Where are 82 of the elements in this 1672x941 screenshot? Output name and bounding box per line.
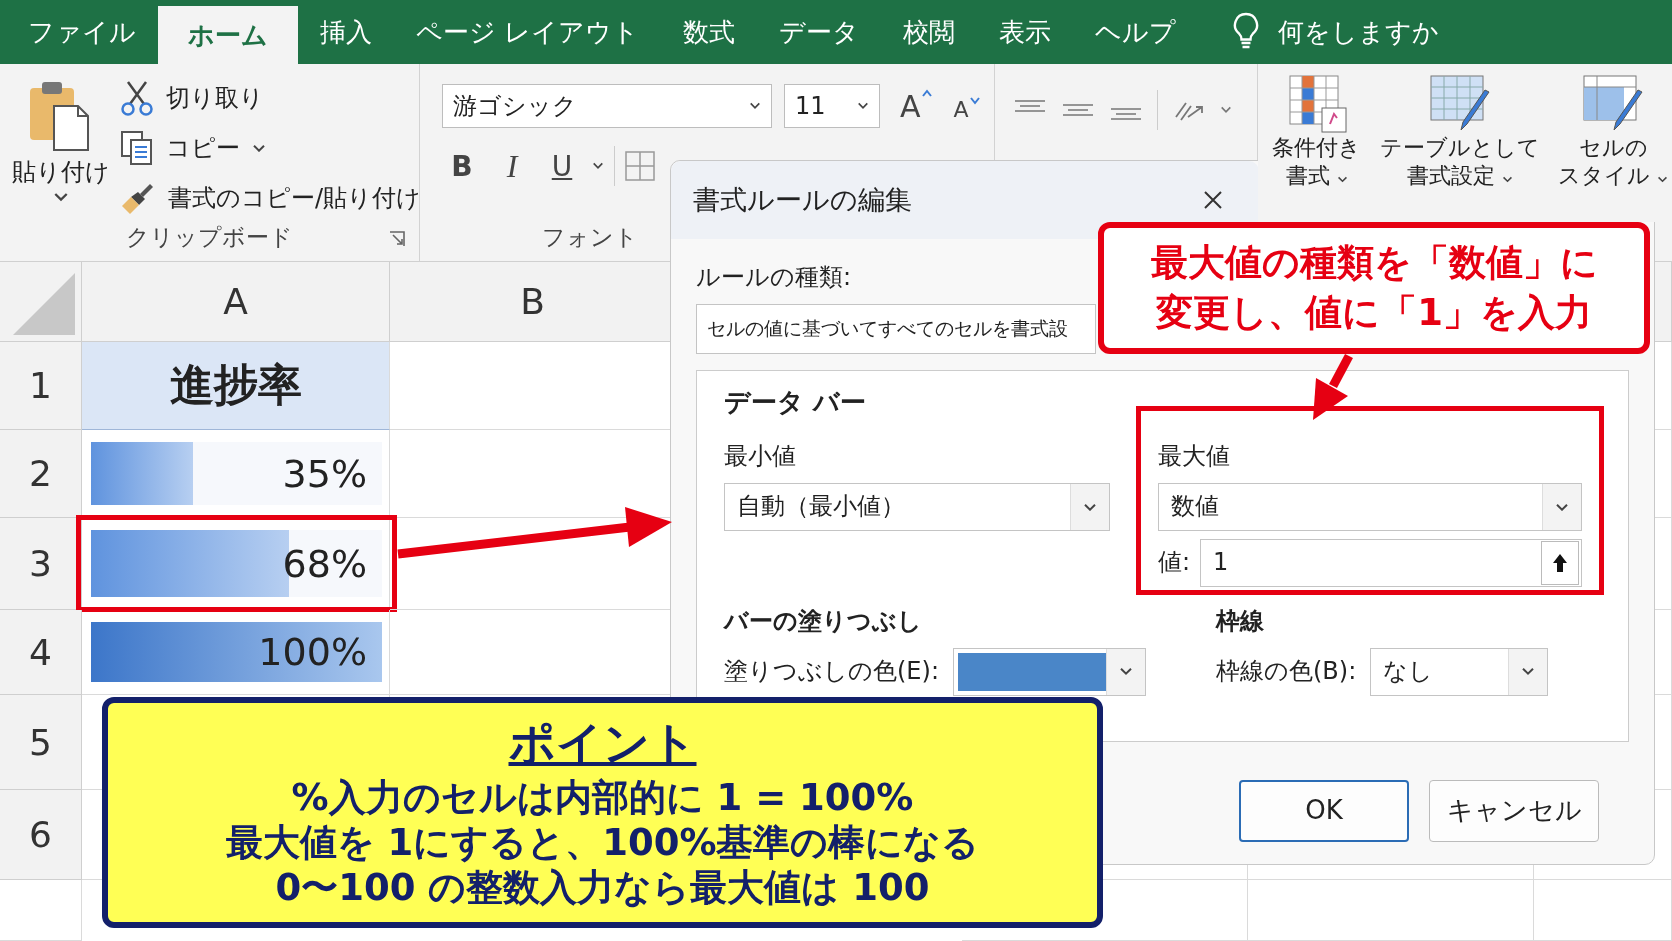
- paste-button[interactable]: 貼り付け: [12, 74, 110, 202]
- close-icon[interactable]: [1203, 190, 1223, 210]
- chevron-icon: [1501, 175, 1513, 183]
- ribbon-tab[interactable]: 数式: [661, 0, 758, 64]
- row-header[interactable]: 6: [0, 790, 82, 880]
- chevron-icon[interactable]: [252, 143, 266, 153]
- row-header[interactable]: 3: [0, 518, 82, 610]
- field-label: 枠線の色(B):: [1216, 657, 1357, 686]
- chevron-icon: [1083, 502, 1097, 511]
- callout-text: 変更し、値に「1」を入力: [1156, 290, 1592, 336]
- ribbon-tab[interactable]: 表示: [977, 0, 1074, 64]
- chevron-icon[interactable]: [1220, 106, 1232, 114]
- callout-text: 最大値の種類を「数値」に: [1150, 240, 1598, 287]
- maximum-type-dropdown[interactable]: 数値: [1158, 482, 1582, 531]
- field-label: 値:: [1158, 548, 1191, 578]
- dialog-launcher-icon[interactable]: [389, 231, 405, 247]
- styles-button[interactable]: 条件付き 書式: [1270, 72, 1363, 189]
- chevron-icon: [857, 102, 869, 110]
- percent-value: 35%: [282, 451, 368, 496]
- font-name-field[interactable]: 游ゴシック: [442, 84, 772, 128]
- section-title: バーの塗りつぶし: [724, 606, 923, 636]
- value-field[interactable]: 1: [1200, 538, 1582, 587]
- caret-up-icon: [921, 88, 932, 97]
- minimum-type-dropdown[interactable]: 自動（最小値）: [724, 482, 1110, 531]
- chevron-icon: [1336, 175, 1348, 183]
- chevron-icon: [749, 102, 761, 110]
- tell-me-search[interactable]: 何をしますか: [1278, 0, 1440, 64]
- copy-icon: [120, 130, 154, 166]
- tip-text: 0〜100 の整数入力なら最大値は 100: [275, 865, 930, 911]
- section-title: 枠線: [1216, 606, 1265, 636]
- styles-button[interactable]: テーブルとして 書式設定: [1377, 72, 1542, 189]
- chevron-icon: [1521, 667, 1536, 676]
- caret-down-icon: [969, 96, 980, 105]
- cut-button[interactable]: 切り取り: [120, 74, 422, 122]
- scissors-icon: [120, 80, 154, 116]
- color-picker[interactable]: [953, 647, 1146, 696]
- tip-text: %入力のセルは内部的に 1 = 100%: [291, 774, 914, 820]
- styles-button[interactable]: セルの スタイル: [1556, 72, 1670, 189]
- up-arrow-icon: [1552, 552, 1568, 573]
- tip-text: 最大値を 1にすると、100%基準の棒になる: [225, 820, 980, 866]
- field-label: 塗りつぶしの色(E):: [724, 657, 939, 686]
- tip-title: ポイント: [508, 714, 697, 771]
- rule-type-list[interactable]: セルの値に基づいてすべてのセルを書式設: [696, 303, 1096, 354]
- field-label: 最小値: [724, 442, 796, 471]
- row-header[interactable]: 1: [0, 342, 82, 430]
- ribbon-tab[interactable]: ホーム: [158, 6, 298, 64]
- chevron-icon: [53, 192, 69, 202]
- row-header[interactable]: 2: [0, 430, 82, 518]
- chevron-icon[interactable]: [592, 162, 604, 170]
- ribbon-tab[interactable]: ページ レイアウト: [394, 0, 662, 64]
- chevron-icon: [1555, 502, 1569, 511]
- ribbon-tab[interactable]: 挿入: [298, 0, 394, 64]
- bold-button[interactable]: B: [442, 144, 482, 188]
- group-label: クリップボード: [126, 223, 293, 252]
- field-label: ルールの種類:: [696, 263, 852, 292]
- column-header[interactable]: A: [82, 262, 390, 342]
- grow-font-button[interactable]: A: [900, 88, 932, 124]
- ribbon-tab[interactable]: ヘルプ: [1073, 0, 1199, 64]
- font-size-field[interactable]: 11: [784, 84, 880, 128]
- group-label: フォント: [542, 223, 638, 252]
- row-header[interactable]: 4: [0, 610, 82, 695]
- chevron-icon: [1657, 175, 1668, 183]
- field-label: 最大値: [1158, 442, 1230, 471]
- shrink-font-button[interactable]: A: [953, 96, 980, 122]
- ribbon-tab[interactable]: 校閲: [881, 0, 978, 64]
- format-painter-button[interactable]: 書式のコピー/貼り付け: [120, 174, 422, 222]
- ribbon-tab[interactable]: ファイル: [6, 0, 158, 64]
- dialog-title: 書式ルールの編集: [693, 183, 912, 217]
- percent-value: 100%: [258, 630, 368, 674]
- table-cell: 進捗率: [82, 342, 390, 430]
- chevron-icon: [1119, 667, 1133, 676]
- ribbon-tab[interactable]: データ: [757, 0, 882, 64]
- row-header[interactable]: 5: [0, 695, 82, 790]
- percent-value: 68%: [282, 541, 368, 586]
- copy-button[interactable]: コピー: [120, 124, 422, 172]
- border-color-dropdown[interactable]: なし: [1370, 647, 1549, 696]
- dialog-button[interactable]: OK: [1239, 780, 1409, 842]
- underline-button[interactable]: U: [542, 144, 582, 188]
- collapse-button[interactable]: [1541, 540, 1579, 585]
- section-title: データ バー: [724, 386, 868, 418]
- dialog-button[interactable]: キャンセル: [1429, 780, 1599, 842]
- italic-button[interactable]: I: [492, 144, 532, 188]
